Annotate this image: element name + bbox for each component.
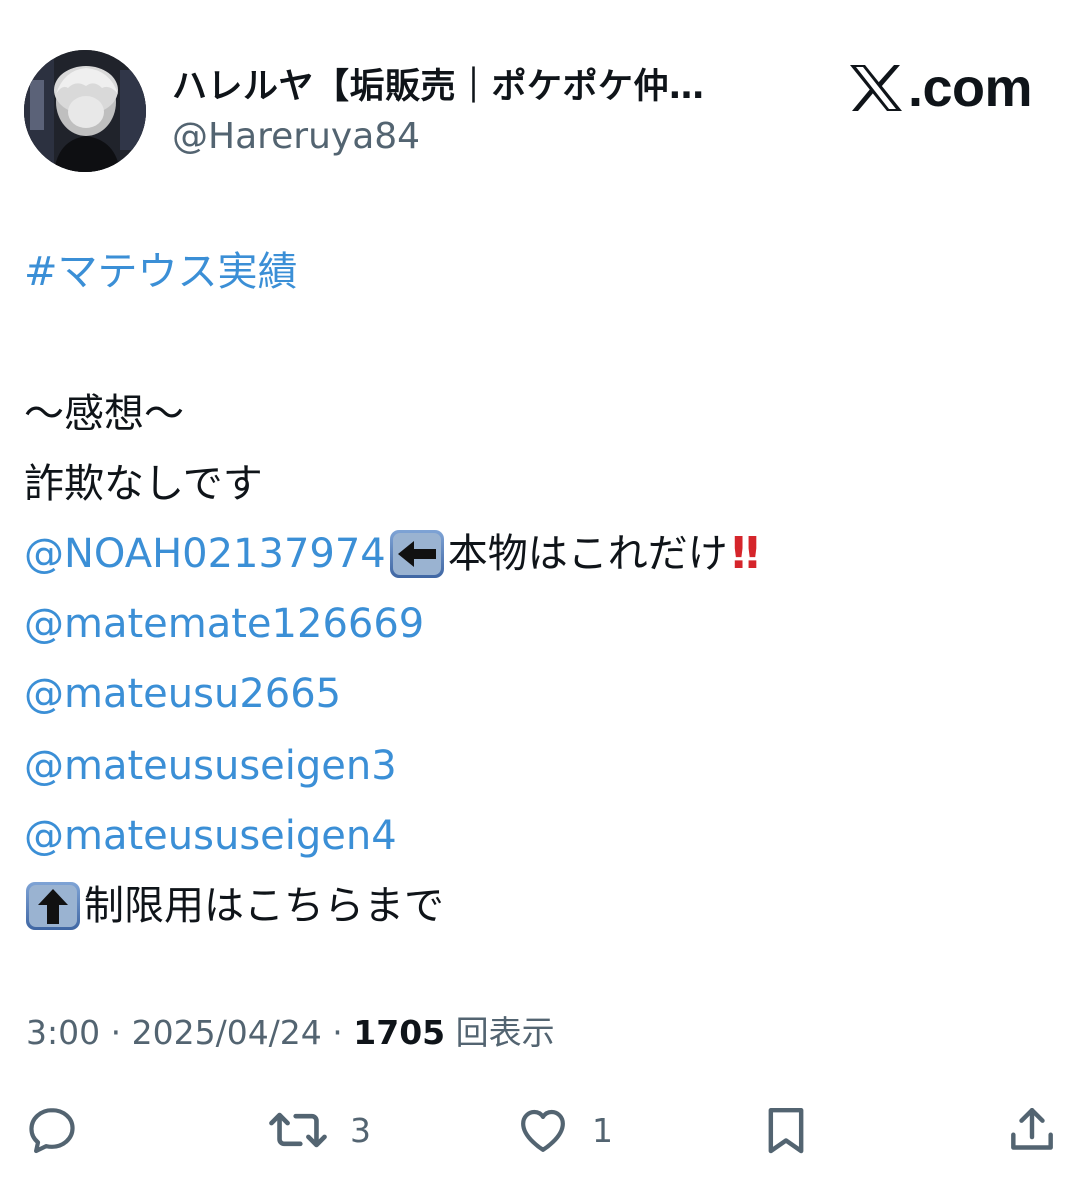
author-handle[interactable]: @Hareruya84 — [172, 114, 420, 160]
action-bar: 3 1 — [0, 1098, 1086, 1162]
view-count-label: 回表示 — [445, 1013, 555, 1052]
share-icon — [1011, 1107, 1053, 1150]
share-button[interactable] — [1004, 1098, 1060, 1162]
bookmark-button[interactable] — [758, 1098, 814, 1162]
tweet-line-mention1: @NOAH02137974 本物はこれだけ ‼ — [24, 524, 759, 584]
author-display-name[interactable]: ハレルヤ【垢販売｜ポケポケ仲… — [172, 64, 752, 110]
double-exclamation-icon: ‼ — [731, 528, 759, 579]
tweet-text: 制限用はこちらまで — [84, 883, 444, 929]
left-arrow-icon — [389, 530, 444, 578]
tweet-line: 詐欺なしです — [24, 461, 263, 507]
mention-link[interactable]: @mateususeigen3 — [24, 736, 397, 796]
like-button[interactable]: 1 — [514, 1098, 613, 1162]
meta-separator: · — [321, 1013, 354, 1052]
tweet-line-last: 制限用はこちらまで — [24, 876, 444, 936]
tweet-date[interactable]: 2025/04/24 — [132, 1013, 322, 1052]
mention-link[interactable]: @mateususeigen4 — [24, 806, 397, 866]
tweet-heading: 〜感想〜 — [24, 391, 184, 437]
x-logo-icon — [850, 65, 902, 111]
retweet-icon — [269, 1112, 327, 1148]
tweet-time[interactable]: 3:00 — [26, 1013, 100, 1052]
hashtag-link[interactable]: #マテウス実績 — [24, 242, 298, 302]
x-brand-logo: .com — [848, 58, 1033, 118]
retweet-button[interactable]: 3 — [268, 1098, 371, 1162]
mention-link[interactable]: @mateusu2665 — [24, 664, 341, 724]
bookmark-icon — [768, 1107, 804, 1154]
retweet-count: 3 — [350, 1110, 371, 1150]
mention-link[interactable]: @NOAH02137974 — [24, 524, 386, 584]
mention-link[interactable]: @matemate126669 — [24, 594, 424, 654]
meta-separator: · — [100, 1013, 132, 1052]
tweet-text: 本物はこれだけ — [447, 531, 728, 577]
reply-button[interactable] — [24, 1098, 80, 1162]
like-count: 1 — [592, 1110, 613, 1150]
brand-text: .com — [908, 58, 1033, 118]
reply-icon — [29, 1108, 75, 1154]
up-arrow-icon — [26, 882, 80, 930]
avatar[interactable] — [24, 50, 146, 172]
tweet-meta: 3:00 · 2025/04/24 · 1705 回表示 — [26, 1010, 555, 1056]
view-count: 1705 — [353, 1013, 446, 1052]
heart-icon — [521, 1109, 565, 1152]
